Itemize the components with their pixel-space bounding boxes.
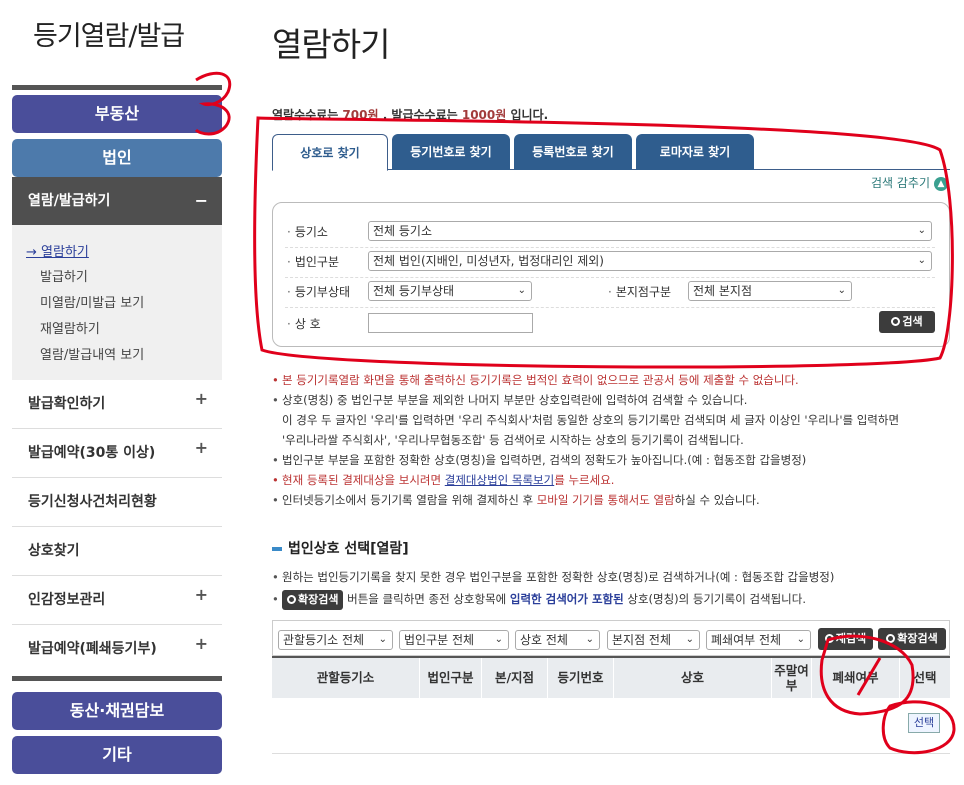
chevron-down-icon: ⌄	[517, 285, 526, 296]
chevron-down-icon: ⌄	[917, 225, 926, 236]
collapse-search-toggle[interactable]: 검색 감추기 ▲	[871, 174, 948, 191]
plus-icon: +	[194, 389, 208, 408]
chevron-down-icon: ⌄	[917, 255, 926, 266]
result-filters: 관할등기소 전체 ⌄ 법인구분 전체 ⌄ 상호 전체 ⌄ 본지점 전체 ⌄ 폐쇄여부 전…	[272, 620, 950, 656]
search-icon	[891, 317, 901, 326]
section-notes: 원하는 법인등기기록을 찾지 못한 경우 법인구분을 포함한 정확한 상호(명칭…	[272, 566, 952, 610]
name-input[interactable]	[368, 313, 533, 333]
sub-link-issue[interactable]: 발급하기	[40, 266, 88, 285]
realestate-button[interactable]: 부동산	[12, 95, 222, 133]
minus-icon: −	[194, 191, 208, 210]
branch-select[interactable]: 전체 본지점 ⌄	[688, 281, 852, 301]
menu-view-issue[interactable]: 열람/발급하기 −	[12, 177, 222, 225]
menu-closed-reservation[interactable]: 발급예약(폐쇄등기부) +	[12, 625, 222, 674]
tab-by-name[interactable]: 상호로 찾기	[272, 134, 388, 171]
filter-closed[interactable]: 폐쇄여부 전체 ⌄	[706, 630, 811, 650]
sub-link-unviewed[interactable]: 미열람/미발급 보기	[40, 292, 144, 311]
tab-by-registration-number[interactable]: 등록번호로 찾기	[514, 134, 632, 170]
sidebar-bottom-bar	[12, 676, 222, 681]
menu-view-issue-label: 열람/발급하기	[28, 193, 111, 209]
plus-icon: +	[194, 438, 208, 457]
corp-type-label: 법인구분	[287, 253, 339, 270]
branch-label: 본지점구분	[608, 283, 671, 300]
chevron-up-icon: ▲	[934, 176, 948, 191]
search-button[interactable]: 검색	[879, 311, 935, 333]
corp-type-select[interactable]: 전체 법인(지배인, 미성년자, 법정대리인 제외) ⌄	[368, 251, 932, 271]
filter-registry[interactable]: 관할등기소 전체 ⌄	[278, 630, 393, 650]
chevron-down-icon: ⌄	[837, 285, 846, 296]
menu-reservation[interactable]: 발급예약(30통 이상) +	[12, 429, 222, 478]
search-icon	[886, 634, 896, 643]
search-icon	[824, 634, 834, 643]
menu-seal-info[interactable]: 인감정보관리 +	[12, 576, 222, 625]
corp-button[interactable]: 법인	[12, 139, 222, 177]
name-label: 상 호	[287, 315, 321, 332]
tab-by-roman[interactable]: 로마자로 찾기	[636, 134, 754, 170]
notice-list: 본 등기기록열람 화면을 통해 출력하신 등기기록은 법적인 효력이 없으므로 …	[272, 370, 952, 510]
fee-notice: 열람수수료는 700원 , 발급수수료는 1000원 입니다.	[272, 108, 549, 122]
etc-button[interactable]: 기타	[12, 736, 222, 774]
status-select[interactable]: 전체 등기부상태 ⌄	[368, 281, 532, 301]
filter-branch[interactable]: 본지점 전체 ⌄	[607, 630, 700, 650]
registry-label: 등기소	[287, 223, 328, 240]
plus-icon: +	[194, 585, 208, 604]
page-title: 열람하기	[272, 25, 390, 64]
search-icon	[287, 594, 296, 604]
sidebar-title: 등기열람/발급	[33, 21, 185, 52]
sub-link-history[interactable]: 열람/발급내역 보기	[40, 344, 144, 363]
section-title: 법인상호 선택[열람]	[272, 538, 409, 558]
expand-search-button[interactable]: 확장검색	[878, 628, 946, 650]
results-table-header: 관할등기소 법인구분 본/지점 등기번호 상호 주말여부 폐쇄여부 선택	[272, 656, 950, 698]
expand-search-inline-button[interactable]: 확장검색	[282, 589, 344, 610]
sidebar-top-bar	[12, 85, 222, 90]
registry-select[interactable]: 전체 등기소 ⌄	[368, 221, 932, 241]
menu-find-name[interactable]: 상호찾기	[12, 527, 222, 576]
menu-issue-check[interactable]: 발급확인하기 +	[12, 380, 222, 429]
search-form: 등기소 전체 등기소⌄ 법인구분 전체 법인(지배인, 미성년자, 법정대리인 …	[272, 202, 950, 347]
plus-icon: +	[194, 634, 208, 653]
status-label: 등기부상태	[287, 283, 350, 300]
research-button[interactable]: 재검색	[818, 628, 873, 650]
movable-button[interactable]: 동산·채권담보	[12, 692, 222, 730]
sub-link-view[interactable]: → 열람하기	[26, 241, 89, 260]
filter-corp-type[interactable]: 법인구분 전체 ⌄	[399, 630, 509, 650]
sub-link-review[interactable]: 재열람하기	[40, 318, 100, 337]
tab-by-reg-number[interactable]: 등기번호로 찾기	[392, 134, 510, 170]
payment-list-link[interactable]: 결제대상법인 목록보기	[445, 473, 554, 487]
menu-case-status[interactable]: 등기신청사건처리현황	[12, 478, 222, 527]
filter-name[interactable]: 상호 전체 ⌄	[515, 630, 600, 650]
table-row	[272, 698, 950, 754]
search-tabs: 상호로 찾기 등기번호로 찾기 등록번호로 찾기 로마자로 찾기	[272, 134, 950, 171]
row-select-button[interactable]: 선택	[908, 713, 940, 733]
